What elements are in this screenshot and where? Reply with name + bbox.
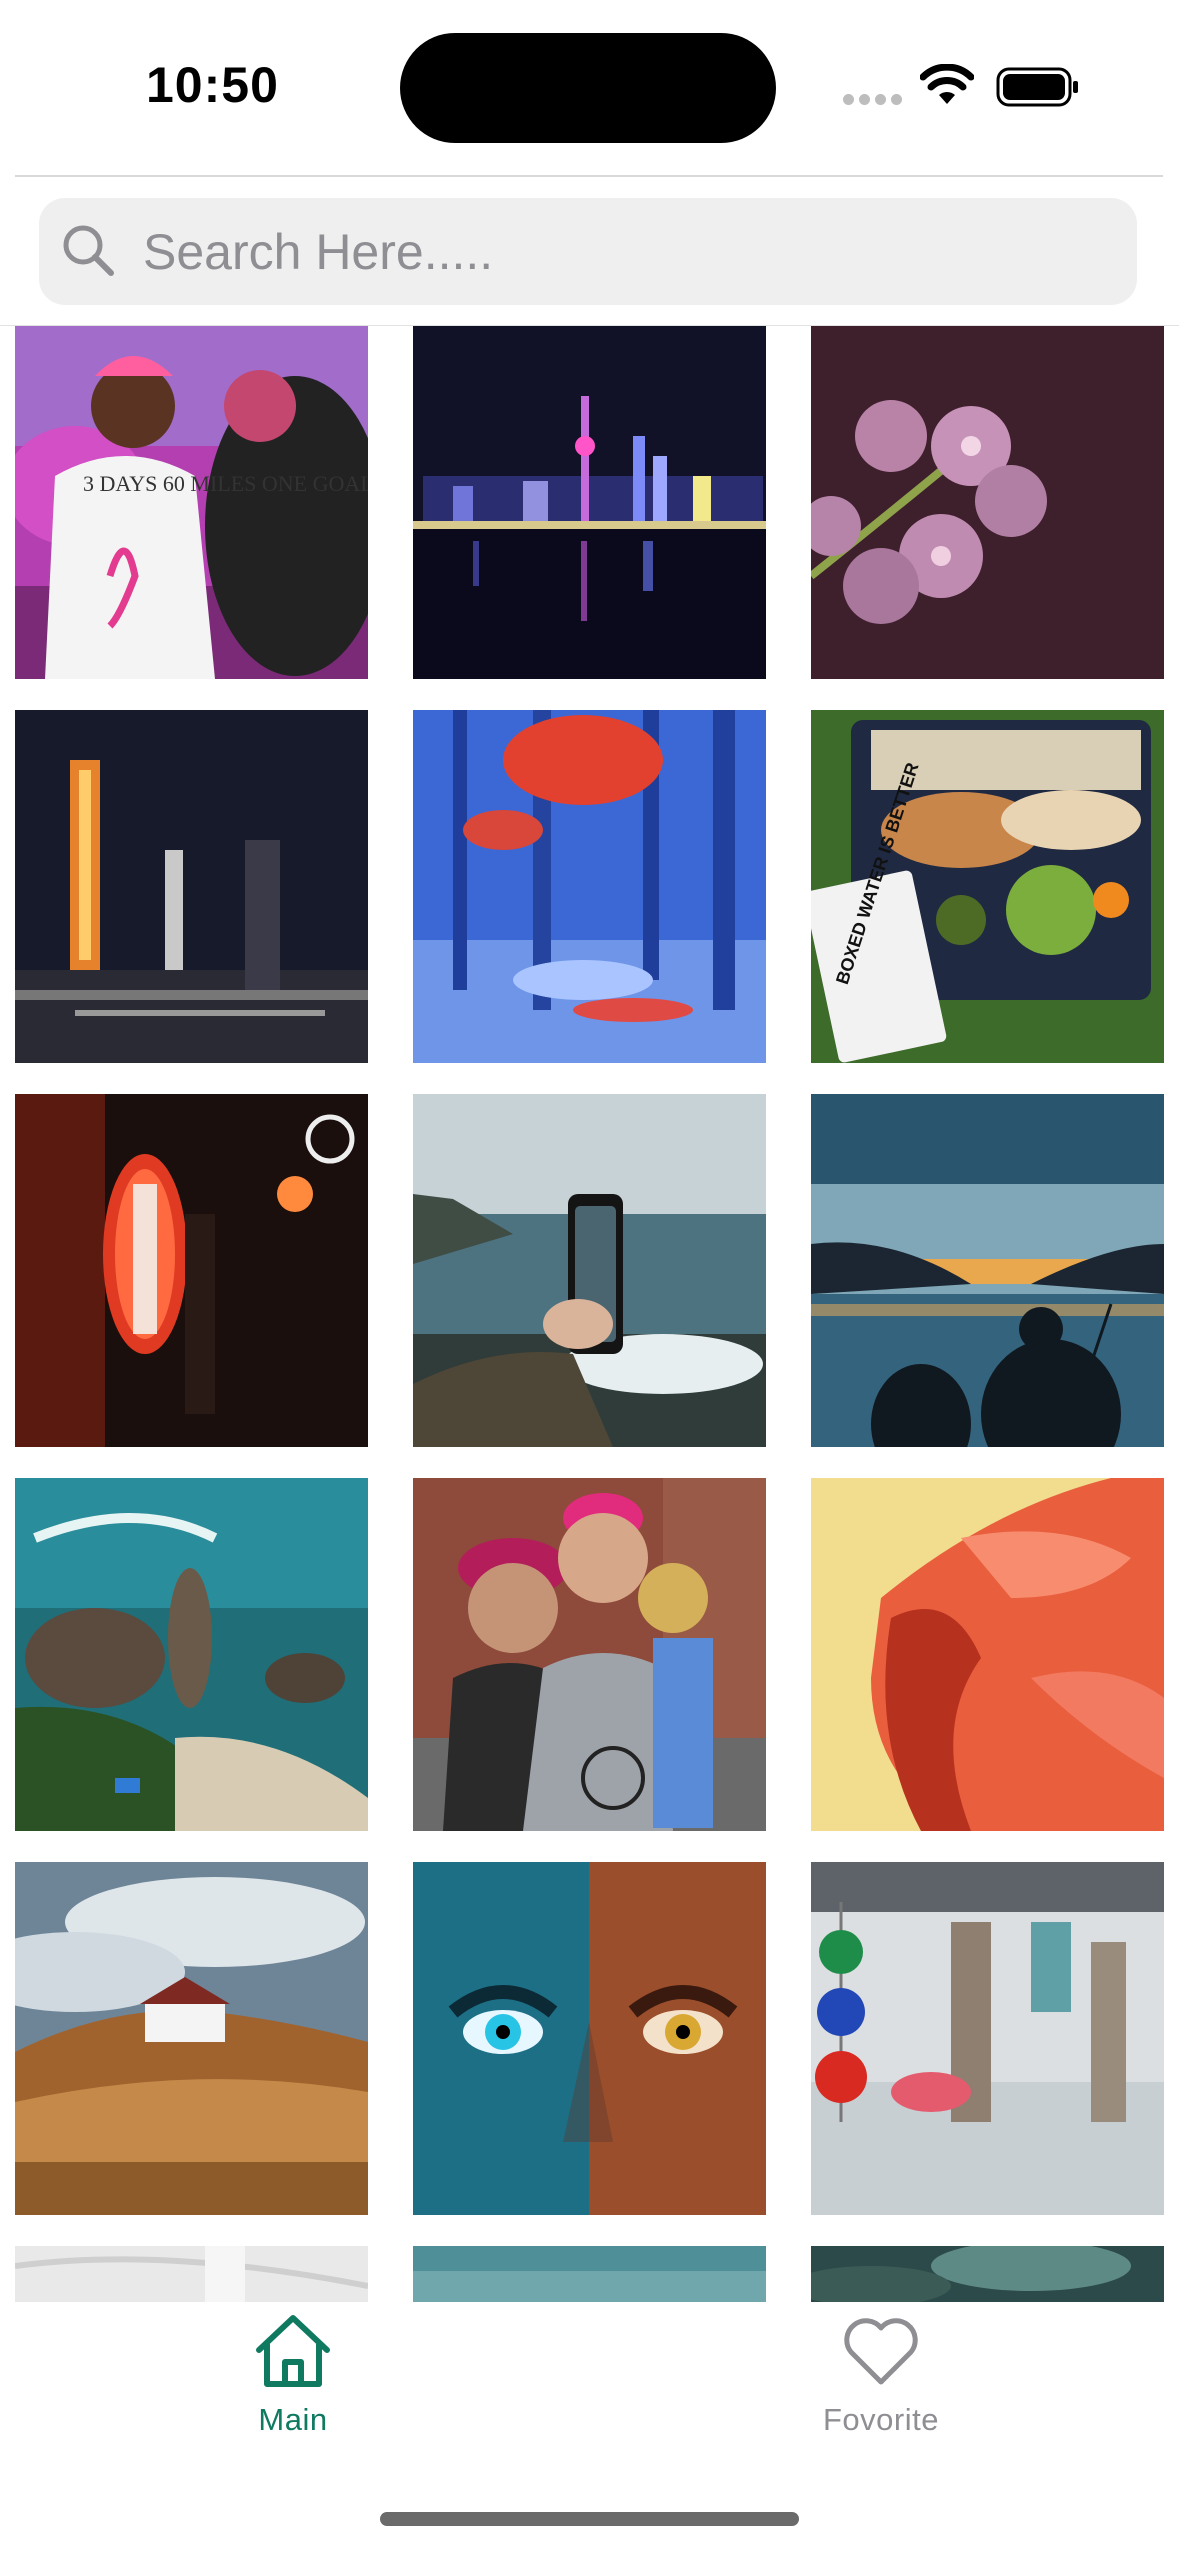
- photo-tile-orchids[interactable]: [811, 326, 1164, 679]
- photo-tile-teal-sky[interactable]: [413, 2246, 766, 2302]
- dynamic-island: [400, 33, 776, 143]
- search-input[interactable]: [143, 218, 1103, 286]
- home-icon: [256, 2315, 330, 2387]
- photo-tile-lanterns-alley[interactable]: [15, 1094, 368, 1447]
- tab-main[interactable]: Main: [183, 2312, 403, 2452]
- photo-tile-aerial-beach[interactable]: [15, 1478, 368, 1831]
- photo-tile-split-eyes[interactable]: [413, 1862, 766, 2215]
- header-divider: [15, 175, 1163, 177]
- photo-grid[interactable]: 3 DAYS 60 MILES ONE GOAL BOXED WATER IS …: [0, 326, 1179, 2302]
- photo-tile-picnic[interactable]: BOXED WATER IS BETTER: [811, 710, 1164, 1063]
- photo-tile-women-caps[interactable]: [413, 1478, 766, 1831]
- cellular-signal-icon: [843, 94, 903, 106]
- photo-tile-glass-ornaments[interactable]: [811, 1862, 1164, 2215]
- photo-tile-night-street[interactable]: [15, 710, 368, 1063]
- tab-favorite[interactable]: Fovorite: [771, 2312, 991, 2452]
- wifi-icon: [920, 64, 974, 104]
- photo-tile-marble[interactable]: [15, 2246, 368, 2302]
- photo-tile-ribbon-walk[interactable]: 3 DAYS 60 MILES ONE GOAL: [15, 326, 368, 679]
- heart-icon: [844, 2318, 918, 2385]
- photo-tile-hill-house[interactable]: [15, 1862, 368, 2215]
- photo-tile-blue-forest[interactable]: [413, 710, 766, 1063]
- photo-tile-sunset-lake[interactable]: [811, 1094, 1164, 1447]
- home-indicator[interactable]: [380, 2512, 799, 2526]
- photo-tile-abstract-shape[interactable]: [811, 1478, 1164, 1831]
- status-time: 10:50: [146, 57, 279, 113]
- photo-tile-phone-sea[interactable]: [413, 1094, 766, 1447]
- tab-main-label: Main: [258, 2402, 328, 2437]
- status-bar: 10:50: [0, 0, 1179, 170]
- tab-favorite-label: Fovorite: [823, 2402, 939, 2437]
- photo-caption: 3 DAYS 60 MILES ONE GOAL: [83, 471, 368, 496]
- photo-tile-aerial-coast[interactable]: [811, 2246, 1164, 2302]
- photo-tile-city-skyline[interactable]: [413, 326, 766, 679]
- battery-icon: [996, 67, 1078, 107]
- search-icon: [63, 225, 114, 276]
